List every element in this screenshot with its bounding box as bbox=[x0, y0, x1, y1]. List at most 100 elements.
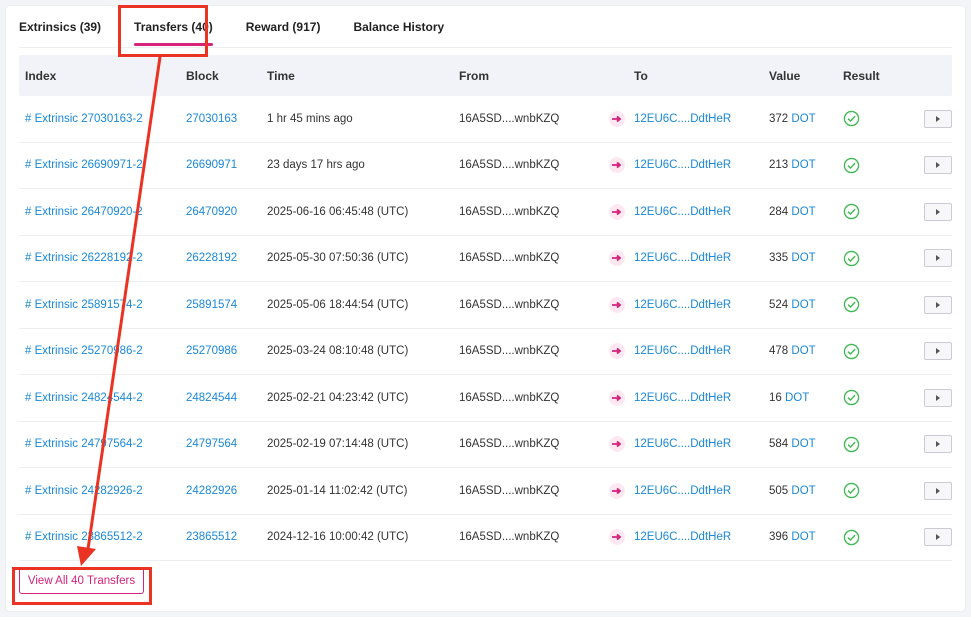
table-row: # Extrinsic 25891574-2 25891574 2025-05-… bbox=[19, 282, 952, 329]
play-icon bbox=[936, 348, 940, 355]
success-check-icon bbox=[843, 343, 860, 359]
value-unit[interactable]: DOT bbox=[791, 531, 815, 543]
time-cell: 2025-02-19 07:14:48 (UTC) bbox=[267, 438, 409, 451]
value-unit[interactable]: DOT bbox=[785, 392, 809, 404]
play-icon bbox=[936, 162, 940, 169]
value-unit[interactable]: DOT bbox=[791, 159, 815, 171]
expand-row-button[interactable] bbox=[924, 109, 952, 128]
value-cell: 524 DOT bbox=[769, 299, 843, 311]
block-link[interactable]: 26690971 bbox=[186, 159, 237, 171]
block-link[interactable]: 23865512 bbox=[186, 531, 237, 543]
success-check-icon bbox=[843, 436, 860, 452]
to-address-link[interactable]: 12EU6C....DdtHeR bbox=[634, 113, 731, 125]
table-row: # Extrinsic 24824544-2 24824544 2025-02-… bbox=[19, 375, 952, 422]
extrinsic-link[interactable]: # Extrinsic 24824544-2 bbox=[25, 392, 143, 404]
expand-row-button[interactable] bbox=[924, 435, 952, 454]
from-address: 16A5SD....wnbKZQ bbox=[459, 391, 560, 404]
play-icon bbox=[936, 487, 940, 494]
expand-row-button[interactable] bbox=[924, 528, 952, 547]
value-cell: 284 DOT bbox=[769, 206, 843, 218]
block-link[interactable]: 26228192 bbox=[186, 252, 237, 264]
expand-row-button[interactable] bbox=[924, 156, 952, 175]
expand-row-button[interactable] bbox=[924, 202, 952, 221]
success-check-icon bbox=[843, 157, 860, 173]
to-address-link[interactable]: 12EU6C....DdtHeR bbox=[634, 206, 731, 218]
success-check-icon bbox=[843, 529, 860, 545]
tab-extrinsics[interactable]: Extrinsics (39) bbox=[19, 6, 101, 48]
table-row: # Extrinsic 26470920-2 26470920 2025-06-… bbox=[19, 189, 952, 236]
value-cell: 505 DOT bbox=[769, 485, 843, 497]
to-address-link[interactable]: 12EU6C....DdtHeR bbox=[634, 392, 731, 404]
expand-row-button[interactable] bbox=[924, 342, 952, 361]
from-address: 16A5SD....wnbKZQ bbox=[459, 298, 560, 311]
expand-row-button[interactable] bbox=[924, 295, 952, 314]
block-link[interactable]: 24282926 bbox=[186, 485, 237, 497]
expand-row-button[interactable] bbox=[924, 388, 952, 407]
tab-balance-history[interactable]: Balance History bbox=[353, 6, 444, 48]
transfer-arrow-icon bbox=[608, 389, 625, 406]
transfer-arrow-icon bbox=[608, 482, 625, 499]
table-body: # Extrinsic 27030163-2 27030163 1 hr 45 … bbox=[19, 96, 952, 561]
value-unit[interactable]: DOT bbox=[791, 113, 815, 125]
extrinsic-link[interactable]: # Extrinsic 27030163-2 bbox=[25, 113, 143, 125]
value-unit[interactable]: DOT bbox=[791, 345, 815, 357]
value-amount: 213 bbox=[769, 159, 789, 172]
to-address-link[interactable]: 12EU6C....DdtHeR bbox=[634, 485, 731, 497]
to-address-link[interactable]: 12EU6C....DdtHeR bbox=[634, 438, 731, 450]
extrinsic-link[interactable]: # Extrinsic 25270986-2 bbox=[25, 345, 143, 357]
block-link[interactable]: 24797564 bbox=[186, 438, 237, 450]
time-cell: 2024-12-16 10:00:42 (UTC) bbox=[267, 531, 409, 544]
extrinsic-link[interactable]: # Extrinsic 26690971-2 bbox=[25, 159, 143, 171]
to-address-link[interactable]: 12EU6C....DdtHeR bbox=[634, 159, 731, 171]
from-address: 16A5SD....wnbKZQ bbox=[459, 345, 560, 358]
time-cell: 2025-05-06 18:44:54 (UTC) bbox=[267, 298, 409, 311]
time-cell: 23 days 17 hrs ago bbox=[267, 159, 365, 172]
play-icon bbox=[936, 441, 940, 448]
table-row: # Extrinsic 25270986-2 25270986 2025-03-… bbox=[19, 329, 952, 375]
extrinsic-link[interactable]: # Extrinsic 23865512-2 bbox=[25, 531, 143, 543]
play-icon bbox=[936, 534, 940, 541]
value-cell: 335 DOT bbox=[769, 252, 843, 264]
transfers-table: Index Block Time From To Value Result # … bbox=[19, 55, 952, 561]
block-link[interactable]: 25270986 bbox=[186, 345, 237, 357]
to-address-link[interactable]: 12EU6C....DdtHeR bbox=[634, 345, 731, 357]
column-header-to: To bbox=[634, 68, 648, 83]
value-unit[interactable]: DOT bbox=[791, 206, 815, 218]
table-row: # Extrinsic 26228192-2 26228192 2025-05-… bbox=[19, 236, 952, 282]
tab-reward[interactable]: Reward (917) bbox=[246, 6, 321, 48]
value-unit[interactable]: DOT bbox=[791, 485, 815, 497]
expand-row-button[interactable] bbox=[924, 249, 952, 268]
play-icon bbox=[936, 208, 940, 215]
time-cell: 2025-01-14 11:02:42 (UTC) bbox=[267, 484, 408, 497]
block-link[interactable]: 25891574 bbox=[186, 299, 237, 311]
to-address-link[interactable]: 12EU6C....DdtHeR bbox=[634, 252, 731, 264]
value-amount: 478 bbox=[769, 345, 789, 358]
extrinsic-link[interactable]: # Extrinsic 24282926-2 bbox=[25, 485, 143, 497]
time-cell: 1 hr 45 mins ago bbox=[267, 112, 353, 125]
extrinsic-link[interactable]: # Extrinsic 24797564-2 bbox=[25, 438, 143, 450]
table-row: # Extrinsic 24797564-2 24797564 2025-02-… bbox=[19, 422, 952, 468]
column-header-from: From bbox=[459, 68, 489, 83]
success-check-icon bbox=[843, 390, 860, 406]
button-highlight-box bbox=[12, 567, 152, 605]
to-address-link[interactable]: 12EU6C....DdtHeR bbox=[634, 531, 731, 543]
value-amount: 505 bbox=[769, 484, 789, 497]
extrinsic-link[interactable]: # Extrinsic 26470920-2 bbox=[25, 206, 143, 218]
to-address-link[interactable]: 12EU6C....DdtHeR bbox=[634, 299, 731, 311]
value-cell: 584 DOT bbox=[769, 438, 843, 450]
block-link[interactable]: 26470920 bbox=[186, 206, 237, 218]
value-cell: 372 DOT bbox=[769, 113, 843, 125]
value-unit[interactable]: DOT bbox=[791, 438, 815, 450]
value-amount: 16 bbox=[769, 391, 782, 404]
extrinsic-link[interactable]: # Extrinsic 25891574-2 bbox=[25, 299, 143, 311]
from-address: 16A5SD....wnbKZQ bbox=[459, 112, 560, 125]
extrinsic-link[interactable]: # Extrinsic 26228192-2 bbox=[25, 252, 143, 264]
value-unit[interactable]: DOT bbox=[791, 252, 815, 264]
transfer-arrow-icon bbox=[608, 436, 625, 453]
value-unit[interactable]: DOT bbox=[791, 299, 815, 311]
value-cell: 396 DOT bbox=[769, 531, 843, 543]
expand-row-button[interactable] bbox=[924, 481, 952, 500]
block-link[interactable]: 27030163 bbox=[186, 113, 237, 125]
block-link[interactable]: 24824544 bbox=[186, 392, 237, 404]
column-header-block: Block bbox=[186, 68, 219, 83]
